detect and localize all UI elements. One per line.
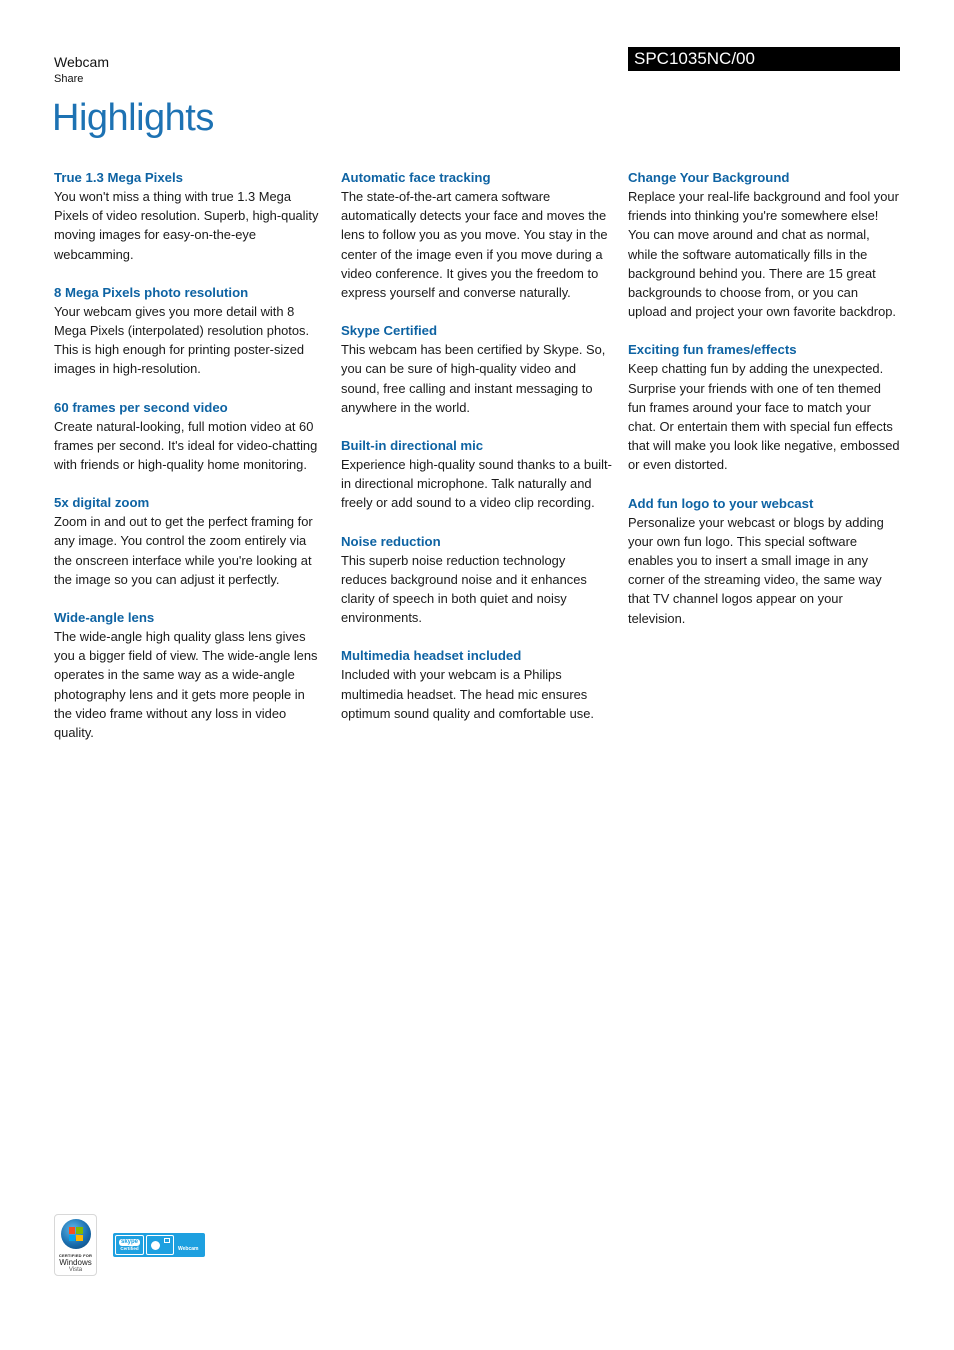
feature-body: Replace your real-life background and fo… [628,189,899,320]
model-number-bar: SPC1035NC/00 [628,47,900,71]
feature-heading: Exciting fun frames/effects [628,342,797,358]
feature-body: Experience high-quality sound thanks to … [341,457,612,511]
feature-body: Create natural-looking, full motion vide… [54,418,318,473]
feature-heading: Multimedia headset included [341,648,522,664]
feature: 8 Mega Pixels photo resolution Your webc… [54,283,326,379]
feature-body: The state-of-the-art camera software aut… [341,189,608,301]
feature-heading: 8 Mega Pixels photo resolution [54,284,249,300]
feature-heading: Add fun logo to your webcast [628,495,814,511]
feature-heading: Built-in directional mic [341,438,484,454]
skype-certified-webcam-logo: skype Certified Webcam [113,1233,205,1257]
feature-body: This webcam has been certified by Skype.… [341,342,606,415]
product-category: Webcam [54,54,109,70]
skype-brand-icon: skype [118,1238,140,1246]
product-subcategory: Share [54,73,84,85]
feature-heading: 60 frames per second video [54,399,228,415]
feature-heading: Wide-angle lens [54,610,155,626]
feature-heading: 5x digital zoom [54,495,150,511]
windows-flag-icon [68,1227,83,1241]
highlights-column-3: Change Your Background Replace your real… [628,168,900,647]
feature-heading: Skype Certified [341,323,438,339]
windows-vista-certified-logo: CERTIFIED FOR Windows Vista [54,1214,97,1276]
skype-certified-box: skype Certified [115,1235,144,1255]
feature: Exciting fun frames/effects Keep chattin… [628,340,900,474]
feature-body: Personalize your webcast or blogs by add… [628,514,884,626]
page-title: Highlights [52,97,214,139]
feature-body: This superb noise reduction technology r… [341,552,587,626]
feature: Wide-angle lens The wide-angle high qual… [54,608,326,742]
feature-body: Keep chatting fun by adding the unexpect… [628,361,900,473]
feature: 5x digital zoom Zoom in and out to get t… [54,493,326,589]
feature-heading: Change Your Background [628,170,790,185]
feature-body: Zoom in and out to get the perfect frami… [54,514,313,587]
feature-heading: True 1.3 Mega Pixels [54,170,184,185]
feature: Built-in directional mic Experience high… [341,436,613,513]
feature: Add fun logo to your webcast Personalize… [628,494,900,628]
vista-windows-text: Windows [59,1258,92,1267]
vista-vista-text: Vista [68,1267,83,1273]
skype-certified-text: Certified [120,1245,139,1251]
feature-body: The wide-angle high quality glass lens g… [54,629,318,741]
feature-body: Included with your webcam is a Philips m… [341,667,594,721]
monitor-icon [164,1238,170,1243]
feature: 60 frames per second video Create natura… [54,398,326,475]
highlights-column-2: Automatic face tracking The state-of-the… [341,168,613,742]
feature: Skype Certified This webcam has been cer… [341,321,613,417]
feature-heading: Automatic face tracking [341,170,491,185]
feature: True 1.3 Mega Pixels You won't miss a th… [54,168,326,264]
highlights-column-1: True 1.3 Mega Pixels You won't miss a th… [54,168,326,761]
feature-body: Your webcam gives you more detail with 8… [54,303,310,377]
feature-body: You won't miss a thing with true 1.3 Meg… [54,189,319,262]
webcam-icon [146,1235,174,1255]
skype-webcam-text: Webcam [178,1246,199,1252]
feature: Noise reduction This superb noise reduct… [341,532,613,628]
webcam-ball-icon [151,1241,160,1250]
feature: Change Your Background Replace your real… [628,168,900,321]
feature: Multimedia headset included Included wit… [341,646,613,723]
feature: Automatic face tracking The state-of-the… [341,168,613,302]
feature-heading: Noise reduction [341,533,441,549]
windows-orb-icon [60,1219,91,1249]
